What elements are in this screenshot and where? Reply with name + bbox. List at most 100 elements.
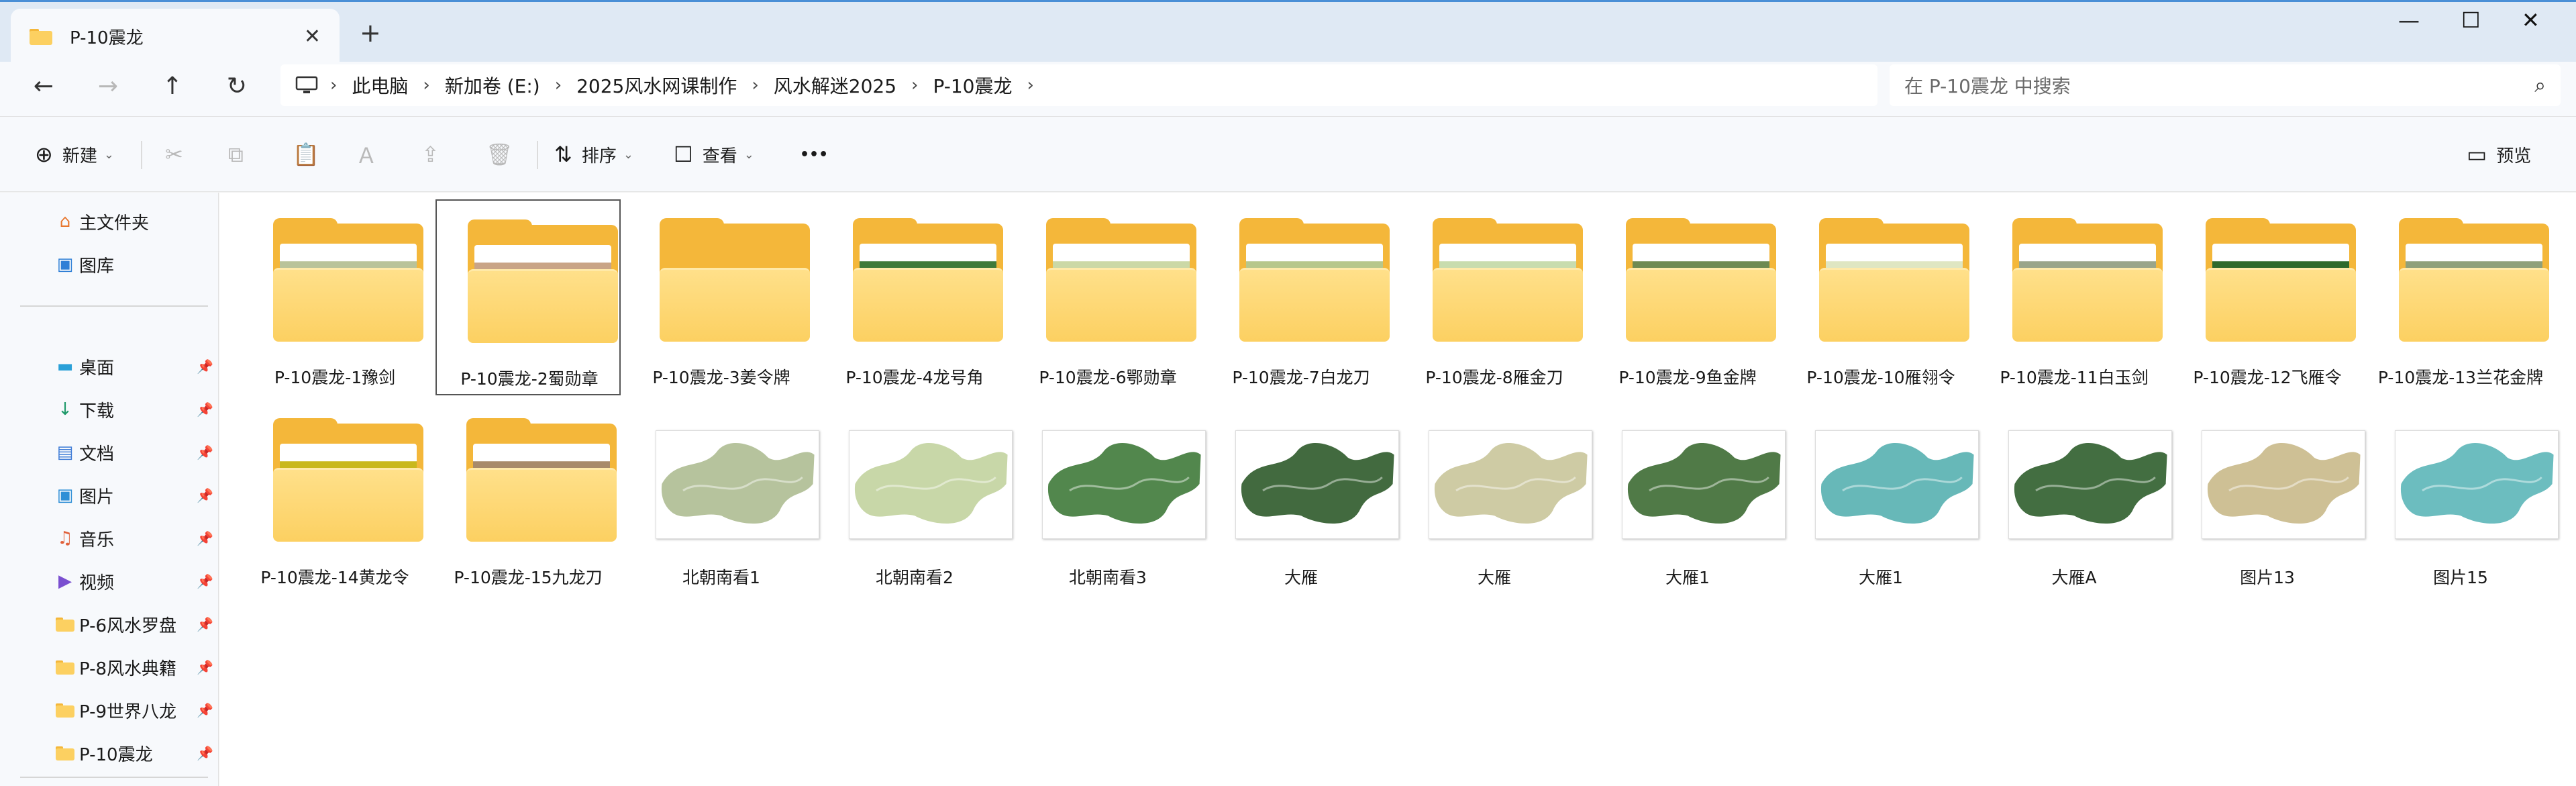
- folder-item[interactable]: P-10震龙-12飞雁令: [2175, 199, 2360, 395]
- image-thumbnail: [2368, 403, 2559, 551]
- folder-item[interactable]: P-10震龙-9鱼金牌: [1595, 199, 1780, 395]
- maximize-button[interactable]: ☐: [2461, 7, 2481, 33]
- search-box[interactable]: 在 P-10震龙 中搜索 ⌕: [1890, 64, 2561, 106]
- folder-icon: [1626, 218, 1776, 342]
- sidebar-item[interactable]: ▶ 视频 📌: [54, 564, 217, 598]
- pin-icon[interactable]: 📌: [197, 702, 213, 718]
- folder-item[interactable]: P-10震龙-8雁金刀: [1402, 199, 1587, 395]
- pin-icon[interactable]: 📌: [197, 401, 213, 417]
- sidebar-item[interactable]: P-8风水典籍 📌: [54, 650, 217, 684]
- sidebar-item[interactable]: ▬ 桌面 📌: [54, 350, 217, 383]
- breadcrumb-current-folder[interactable]: P-10震龙: [933, 72, 1012, 99]
- copy-button[interactable]: ⧉: [228, 137, 253, 172]
- folder-item[interactable]: P-10震龙-15九龙刀: [435, 399, 621, 595]
- pin-icon[interactable]: 📌: [197, 358, 213, 375]
- folder-item[interactable]: P-10震龙-1豫剑: [242, 199, 427, 395]
- sidebar-item-label: P-9世界八龙: [79, 701, 177, 722]
- file-name: 北朝南看1: [682, 568, 760, 587]
- address-bar[interactable]: › 此电脑 › 新加卷 (E:) › 2025风水网课制作 › 风水解迷2025…: [280, 64, 1877, 106]
- folder-item[interactable]: P-10震龙-10雁翎令: [1788, 199, 1973, 395]
- preview-pane-icon: ▭: [2467, 142, 2487, 167]
- breadcrumb-this-pc[interactable]: 此电脑: [352, 72, 408, 99]
- tab-current-folder[interactable]: P-10震龙 ✕: [11, 9, 340, 64]
- image-file-item[interactable]: 大雁: [1402, 399, 1592, 595]
- pin-icon[interactable]: 📌: [197, 444, 213, 460]
- breadcrumb-drive[interactable]: 新加卷 (E:): [445, 72, 540, 99]
- folder-item[interactable]: P-10震龙-4龙号角: [822, 199, 1007, 395]
- folder-item[interactable]: P-10震龙-3姜令牌: [629, 199, 814, 395]
- image-file-item[interactable]: 大雁1: [1788, 399, 1979, 595]
- pictures-icon: ▣: [56, 485, 74, 505]
- up-button[interactable]: ↑: [156, 72, 189, 100]
- breadcrumb-parent-folder[interactable]: 风水解迷2025: [774, 72, 896, 99]
- image-file-item[interactable]: 大雁A: [1981, 399, 2172, 595]
- pin-icon[interactable]: 📌: [197, 745, 213, 761]
- rename-button[interactable]: Ａ: [356, 137, 387, 172]
- breadcrumb-expand-chevron[interactable]: ›: [1027, 75, 1033, 95]
- cut-button[interactable]: ✂: [165, 137, 193, 172]
- folder-item[interactable]: P-10震龙-11白玉剑: [1981, 199, 2167, 395]
- paste-button[interactable]: 📋: [293, 137, 329, 172]
- folder-thumbnail: [437, 205, 622, 352]
- sidebar-item[interactable]: ▣ 图片 📌: [54, 479, 217, 512]
- sidebar-item[interactable]: ▣ 图库: [54, 248, 217, 281]
- more-options-button[interactable]: •••: [800, 137, 828, 172]
- pin-icon[interactable]: 📌: [197, 616, 213, 632]
- pin-icon[interactable]: 📌: [197, 487, 213, 503]
- image-file-item[interactable]: 北朝南看3: [1015, 399, 1206, 595]
- map-image: [1820, 442, 1974, 524]
- pin-icon[interactable]: 📌: [197, 530, 213, 546]
- sidebar-item[interactable]: P-6风水罗盘 📌: [54, 607, 217, 641]
- share-button[interactable]: ⇪: [421, 137, 449, 172]
- forward-button[interactable]: →: [91, 72, 125, 100]
- minimize-button[interactable]: —: [2398, 7, 2420, 33]
- sort-button[interactable]: ⇅ 排序 ⌄: [554, 137, 633, 172]
- back-button[interactable]: ←: [27, 72, 60, 100]
- sidebar-item[interactable]: ⌂ 主文件夹: [54, 205, 217, 238]
- view-label: 查看: [702, 146, 737, 166]
- folder-thumbnail: [629, 203, 814, 351]
- image-thumbnail: [1402, 403, 1592, 551]
- sidebar-item[interactable]: P-9世界八龙 📌: [54, 693, 217, 727]
- pin-icon[interactable]: 📌: [197, 659, 213, 675]
- breadcrumb-course-folder[interactable]: 2025风水网课制作: [576, 72, 737, 99]
- image-file-item[interactable]: 大雁: [1208, 399, 1399, 595]
- search-input[interactable]: 在 P-10震龙 中搜索: [1904, 72, 2534, 99]
- image-file-item[interactable]: 大雁1: [1595, 399, 1786, 595]
- new-button[interactable]: ⊕ 新建 ⌄: [35, 137, 114, 172]
- delete-button[interactable]: 🗑: [486, 137, 523, 172]
- folder-thumbnail: [1595, 203, 1780, 351]
- image-file-item[interactable]: 图片13: [2175, 399, 2365, 595]
- sidebar-item[interactable]: P-10震龙 📌: [54, 736, 217, 770]
- image-file-item[interactable]: 北朝南看2: [822, 399, 1013, 595]
- tab-close-icon[interactable]: ✕: [304, 25, 321, 48]
- new-tab-button[interactable]: +: [360, 18, 381, 48]
- title-bar: P-10震龙 ✕ + — ☐ ✕: [0, 0, 2576, 64]
- file-name: 大雁: [1284, 568, 1318, 587]
- search-icon: ⌕: [2534, 73, 2546, 97]
- sidebar-item[interactable]: ♫ 音乐 📌: [54, 522, 217, 555]
- file-name: 大雁A: [2051, 568, 2097, 587]
- pin-icon[interactable]: 📌: [197, 573, 213, 589]
- tab-title: P-10震龙: [70, 28, 144, 48]
- folder-item[interactable]: P-10震龙-13兰花金牌: [2368, 199, 2553, 395]
- paste-icon: 📋: [293, 142, 319, 167]
- file-name: P-10震龙-10雁翎令: [1806, 368, 1955, 387]
- folder-item[interactable]: P-10震龙-2蜀勋章: [435, 199, 621, 395]
- breadcrumb-separator: ›: [911, 75, 919, 95]
- folder-item[interactable]: P-10震龙-14黄龙令: [242, 399, 427, 595]
- sidebar-item[interactable]: ▤ 文档 📌: [54, 436, 217, 469]
- image-file-item[interactable]: 图片15: [2368, 399, 2559, 595]
- preview-pane-button[interactable]: ▭ 预览: [2467, 137, 2531, 172]
- image-file-item[interactable]: 北朝南看1: [629, 399, 819, 595]
- map-image: [854, 442, 1008, 524]
- sidebar-item[interactable]: ↓ 下载 📌: [54, 393, 217, 426]
- close-button[interactable]: ✕: [2522, 7, 2540, 33]
- view-button[interactable]: ☐ 查看 ⌄: [674, 137, 754, 172]
- refresh-button[interactable]: ↻: [220, 72, 254, 100]
- folder-item[interactable]: P-10震龙-6鄂勋章: [1015, 199, 1200, 395]
- folder-thumbnail: [242, 203, 427, 351]
- folder-item[interactable]: P-10震龙-7白龙刀: [1208, 199, 1394, 395]
- rename-icon: Ａ: [356, 143, 378, 168]
- preview-label: 预览: [2496, 146, 2532, 166]
